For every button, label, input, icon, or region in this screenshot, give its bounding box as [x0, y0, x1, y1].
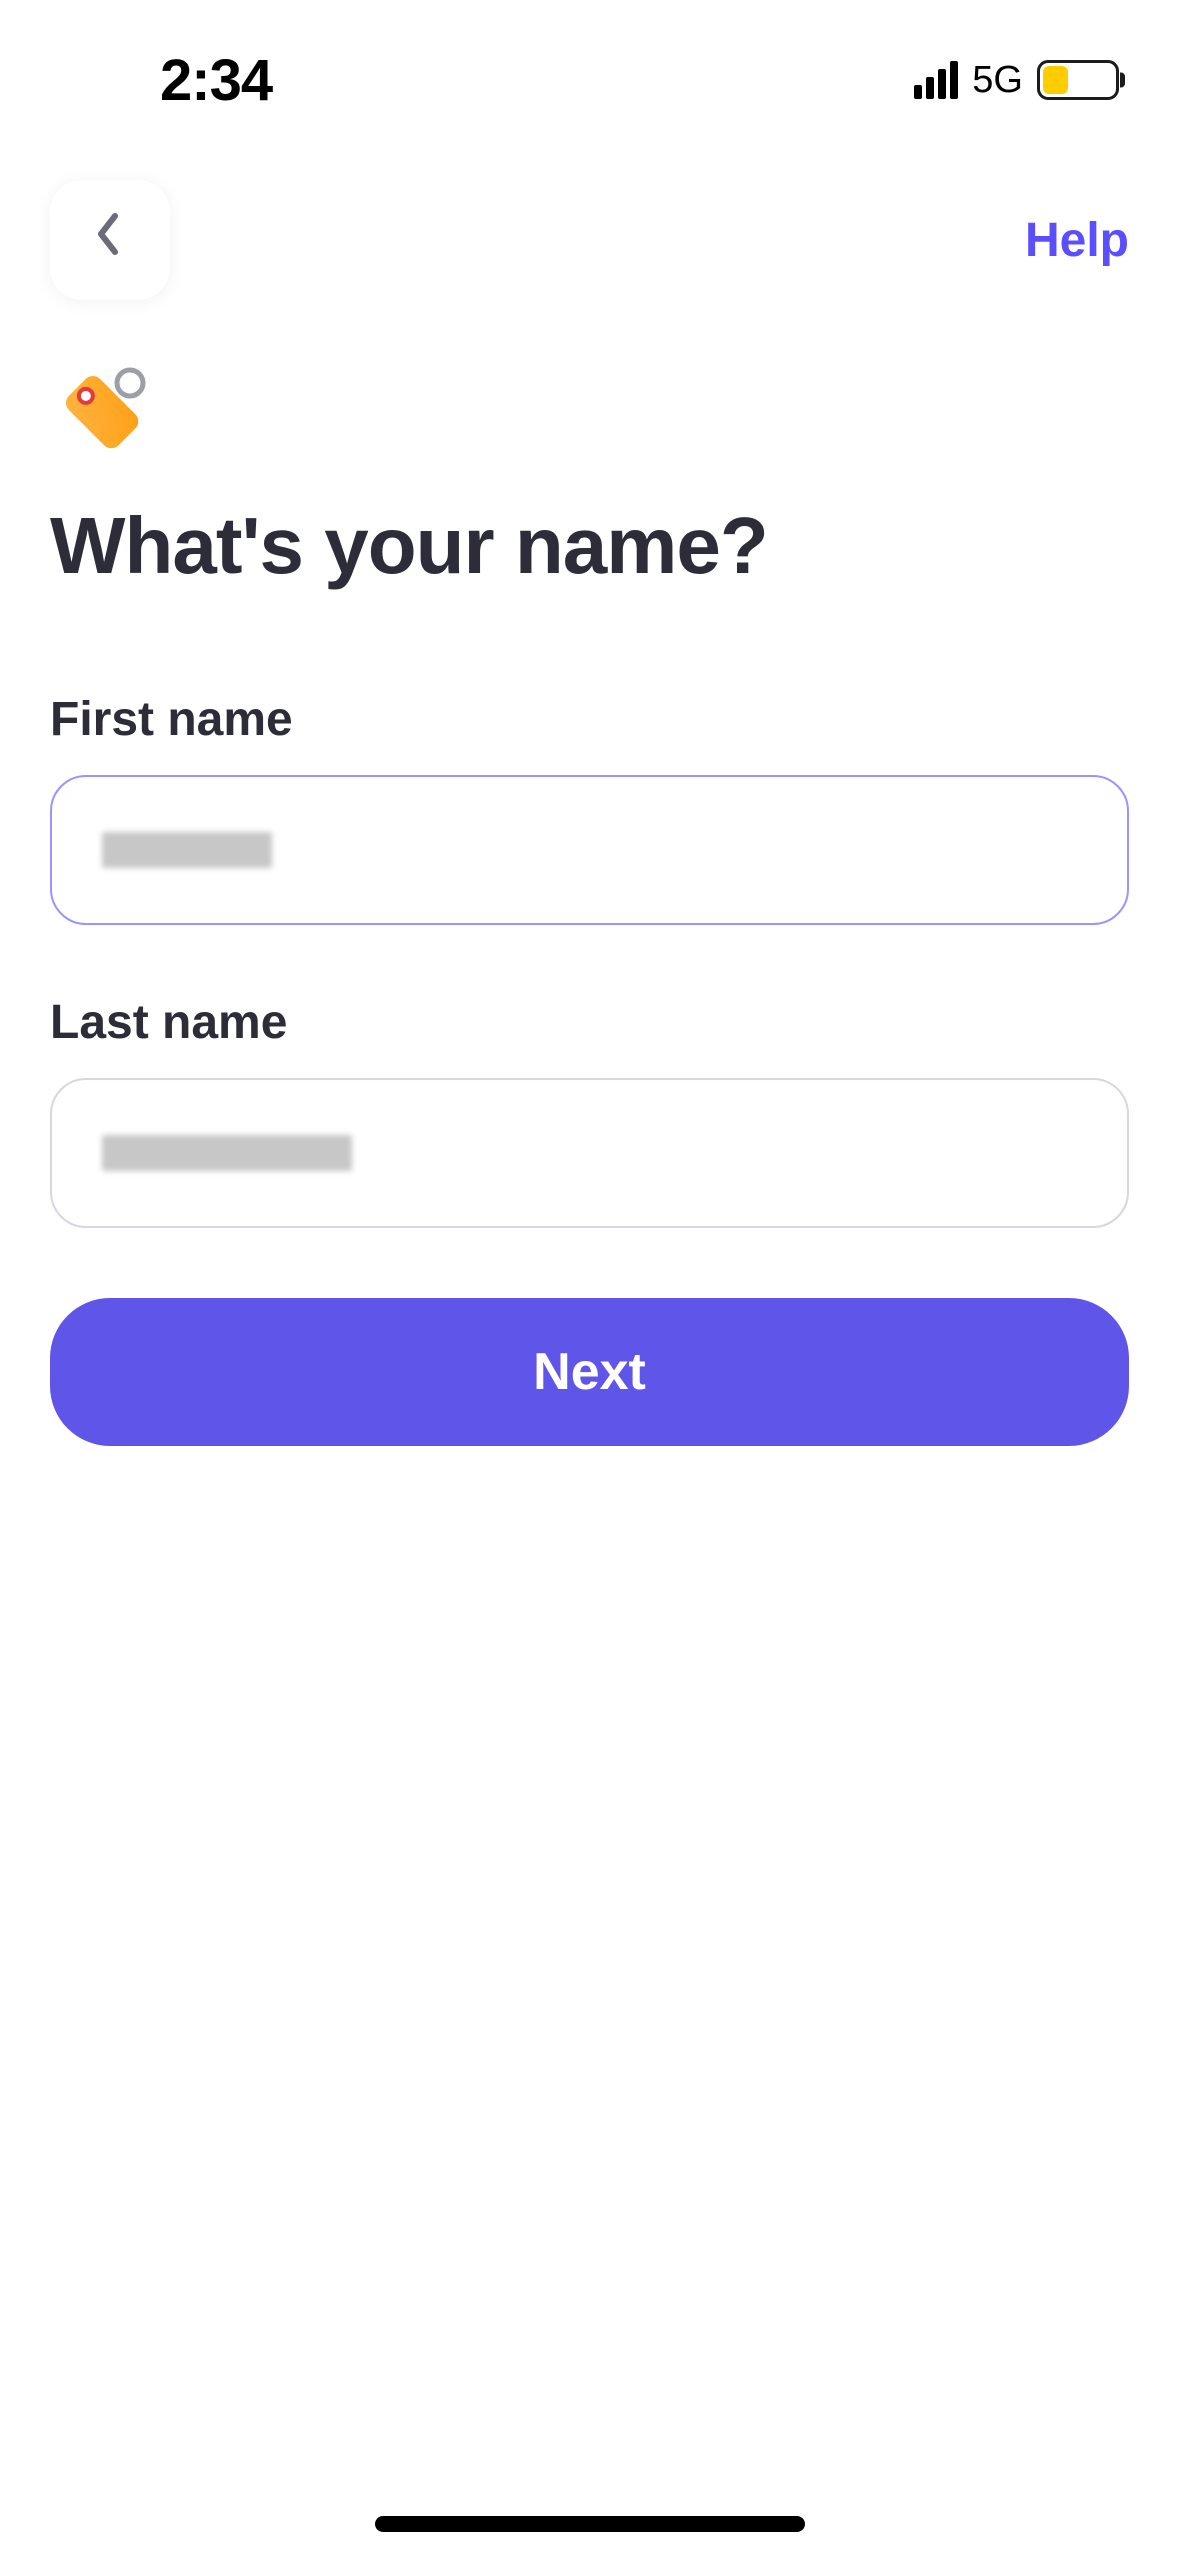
next-button[interactable]: Next — [50, 1298, 1129, 1446]
network-type: 5G — [972, 59, 1023, 102]
status-time: 2:34 — [60, 47, 272, 114]
cellular-signal-icon — [914, 61, 958, 99]
app-header: Help — [0, 140, 1179, 330]
first-name-field[interactable] — [50, 775, 1129, 925]
status-indicators: 5G — [914, 59, 1119, 102]
last-name-field[interactable] — [50, 1078, 1129, 1228]
page-title: What's your name? — [50, 500, 1129, 592]
first-name-group: First name — [50, 692, 1129, 925]
page-icon-wrapper — [50, 360, 1129, 460]
help-link[interactable]: Help — [1025, 213, 1129, 268]
last-name-group: Last name — [50, 995, 1129, 1228]
last-name-label: Last name — [50, 995, 1129, 1050]
back-button[interactable] — [50, 180, 170, 300]
chevron-left-icon — [93, 210, 123, 270]
tag-icon — [50, 360, 150, 460]
home-indicator[interactable] — [375, 2516, 805, 2532]
main-content: What's your name? First name Last name N… — [0, 330, 1179, 1466]
last-name-redacted-value — [102, 1135, 352, 1171]
battery-icon — [1037, 60, 1119, 100]
first-name-label: First name — [50, 692, 1129, 747]
first-name-redacted-value — [102, 832, 272, 868]
status-bar: 2:34 5G — [0, 0, 1179, 140]
